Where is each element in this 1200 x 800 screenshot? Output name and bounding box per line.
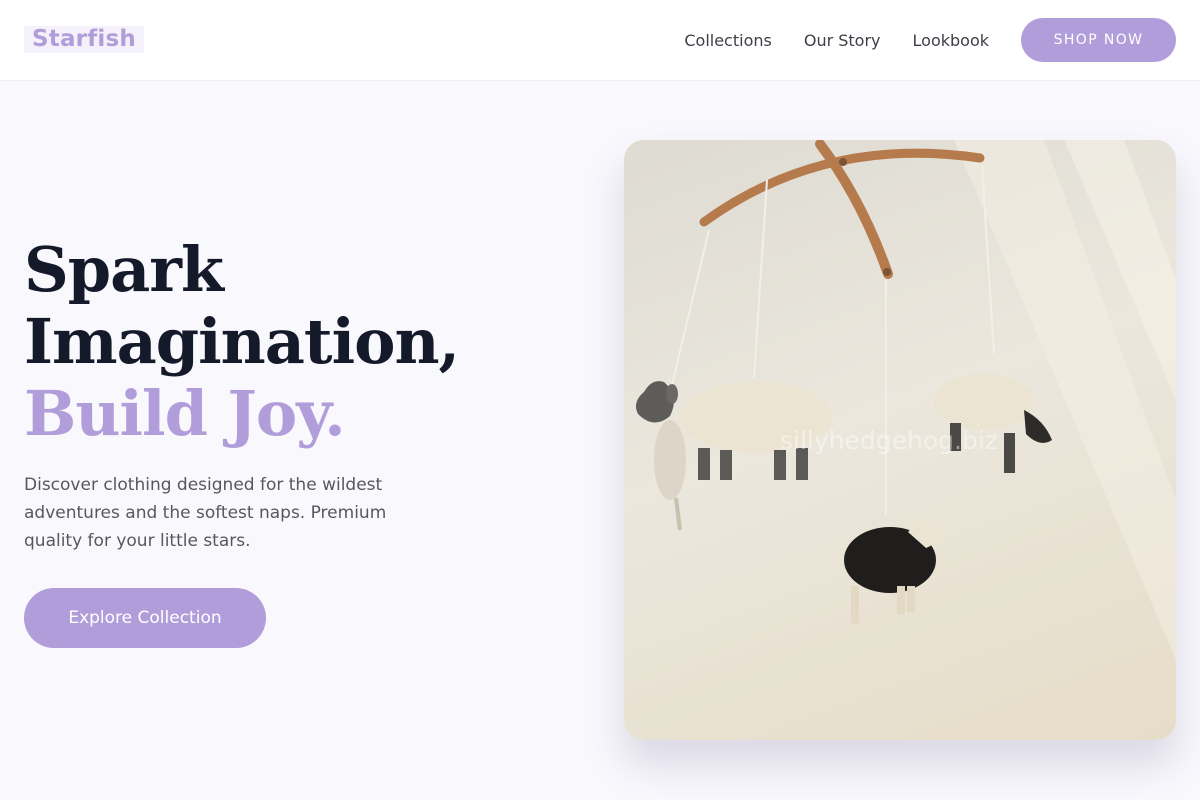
nav-link-collections[interactable]: Collections (684, 31, 771, 50)
site-header: Starfish Collections Our Story Lookbook … (0, 0, 1200, 81)
hero-title-accent: Build Joy. (24, 377, 346, 450)
image-watermark: sillyhedgehog.biz (780, 426, 998, 455)
explore-collection-button[interactable]: Explore Collection (24, 588, 266, 648)
shop-now-button[interactable]: SHOP NOW (1021, 18, 1176, 62)
nav-link-lookbook[interactable]: Lookbook (913, 31, 989, 50)
hero-image: sillyhedgehog.biz (624, 140, 1176, 740)
nav-link-our-story[interactable]: Our Story (804, 31, 881, 50)
hero-title-line-2: Imagination, (24, 305, 460, 378)
hero-title-line-1: Spark (24, 233, 224, 306)
main-nav: Collections Our Story Lookbook SHOP NOW (684, 18, 1176, 62)
hero-description: Discover clothing designed for the wilde… (24, 475, 387, 551)
brand-logo[interactable]: Starfish (24, 26, 144, 53)
hero-title: Spark Imagination, Build Joy. (24, 233, 460, 450)
